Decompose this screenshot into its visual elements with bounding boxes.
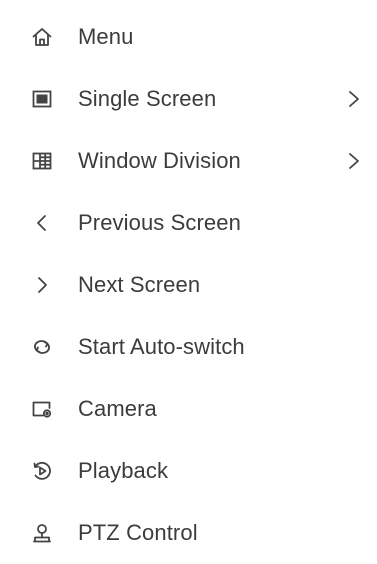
menu-item-single-screen[interactable]: Single Screen bbox=[0, 68, 377, 130]
menu-item-label: Start Auto-switch bbox=[78, 334, 245, 359]
menu-item-start-auto-switch[interactable]: Start Auto-switch bbox=[0, 316, 377, 378]
menu-item-label: Menu bbox=[78, 24, 134, 49]
ptz-control-icon bbox=[30, 521, 54, 545]
menu-item-window-division[interactable]: Window Division bbox=[0, 130, 377, 192]
menu-item-ptz-control[interactable]: PTZ Control bbox=[0, 502, 377, 564]
menu-item-playback[interactable]: Playback bbox=[0, 440, 377, 502]
menu-item-previous-screen[interactable]: Previous Screen bbox=[0, 192, 377, 254]
single-screen-icon bbox=[30, 87, 54, 111]
menu-item-camera[interactable]: Camera bbox=[0, 378, 377, 440]
chevron-right-icon bbox=[30, 273, 54, 297]
menu-item-menu[interactable]: Menu bbox=[0, 6, 377, 68]
playback-icon bbox=[30, 459, 54, 483]
home-icon bbox=[30, 25, 54, 49]
menu-item-label: Camera bbox=[78, 396, 157, 421]
menu-item-next-screen[interactable]: Next Screen bbox=[0, 254, 377, 316]
camera-icon bbox=[30, 397, 54, 421]
context-menu: Menu Single Screen Window Division Previ… bbox=[0, 0, 377, 547]
auto-switch-icon bbox=[30, 335, 54, 359]
chevron-right-icon bbox=[345, 87, 363, 111]
menu-item-label: Previous Screen bbox=[78, 210, 241, 235]
chevron-right-icon bbox=[345, 149, 363, 173]
menu-item-label: Single Screen bbox=[78, 86, 217, 111]
menu-item-label: Window Division bbox=[78, 148, 241, 173]
menu-item-label: Playback bbox=[78, 458, 169, 483]
menu-item-label: Next Screen bbox=[78, 272, 201, 297]
window-division-icon bbox=[30, 149, 54, 173]
chevron-left-icon bbox=[30, 211, 54, 235]
menu-item-label: PTZ Control bbox=[78, 520, 198, 545]
